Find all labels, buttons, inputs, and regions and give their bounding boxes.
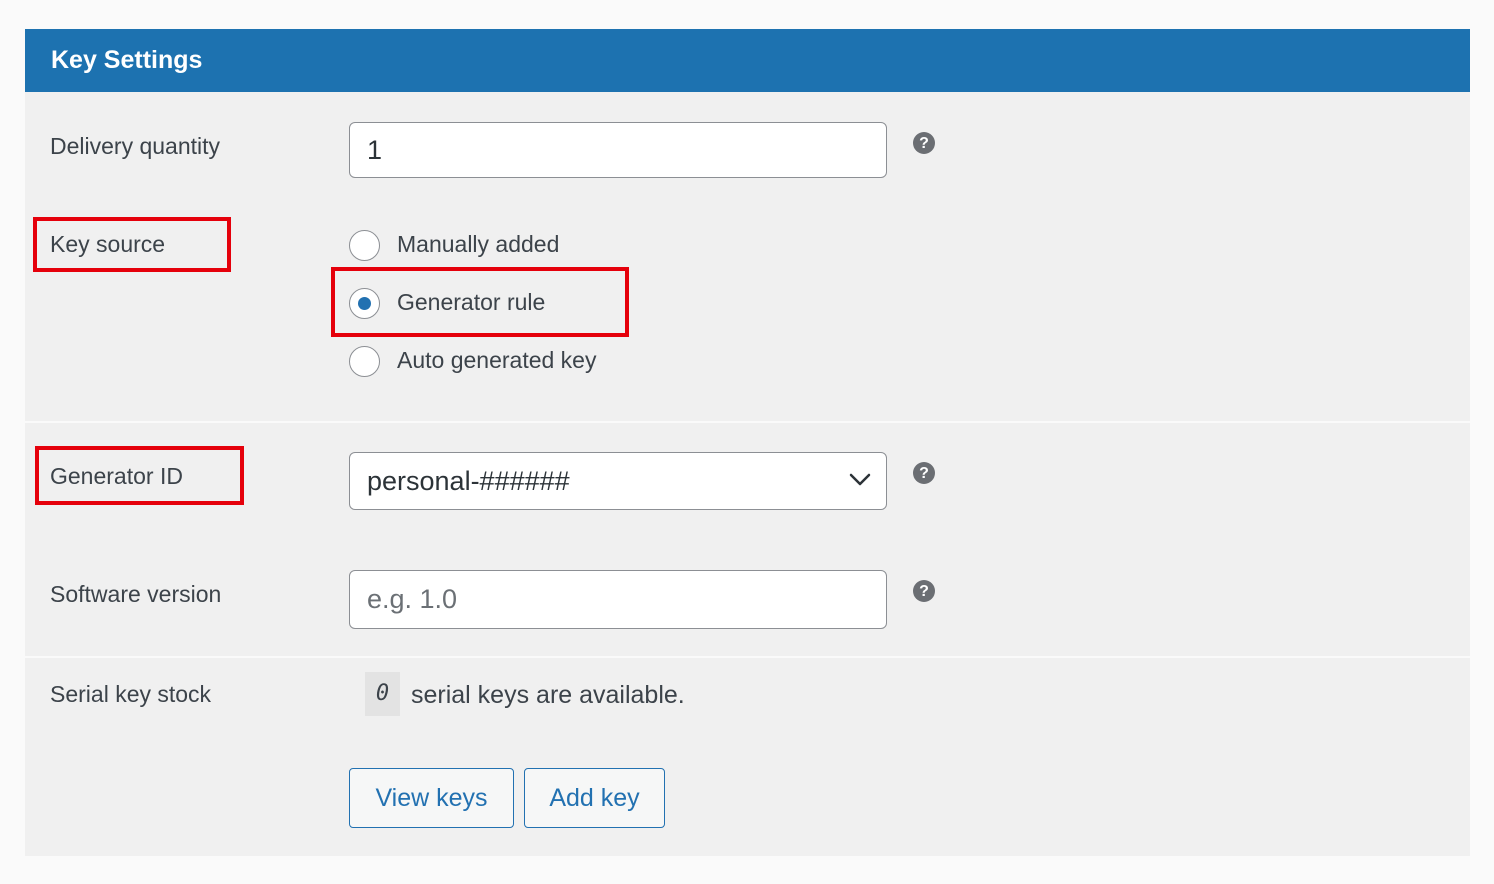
generator-id-selected-value: personal-###### bbox=[367, 466, 570, 496]
software-version-input[interactable] bbox=[349, 570, 887, 629]
section-divider bbox=[25, 421, 1470, 423]
serial-key-stock-label: Serial key stock bbox=[50, 681, 212, 707]
help-icon[interactable]: ? bbox=[913, 462, 935, 484]
key-settings-panel: Key Settings Delivery quantity ? Key sou… bbox=[25, 29, 1470, 856]
stock-status-text: serial keys are available. bbox=[411, 681, 685, 709]
software-version-label: Software version bbox=[50, 581, 222, 607]
highlight-box-generator-id bbox=[35, 446, 244, 505]
add-key-button[interactable]: Add key bbox=[524, 768, 665, 828]
view-keys-button[interactable]: View keys bbox=[349, 768, 514, 828]
panel-header: Key Settings bbox=[25, 29, 1470, 92]
radio-button[interactable] bbox=[349, 346, 380, 377]
delivery-quantity-input[interactable] bbox=[349, 122, 887, 178]
radio-button[interactable] bbox=[349, 230, 380, 261]
highlight-box-key-source bbox=[33, 217, 231, 272]
help-icon[interactable]: ? bbox=[913, 132, 935, 154]
radio-label: Manually added bbox=[397, 231, 560, 257]
delivery-quantity-label: Delivery quantity bbox=[50, 133, 221, 159]
help-icon[interactable]: ? bbox=[913, 580, 935, 602]
stock-count-badge: 0 bbox=[365, 672, 400, 716]
chevron-down-icon bbox=[849, 473, 871, 486]
highlight-box-generator-rule bbox=[331, 267, 629, 337]
radio-label: Auto generated key bbox=[397, 347, 597, 373]
generator-id-select[interactable]: personal-###### bbox=[349, 452, 887, 510]
section-divider bbox=[25, 656, 1470, 658]
panel-title: Key Settings bbox=[51, 46, 203, 74]
